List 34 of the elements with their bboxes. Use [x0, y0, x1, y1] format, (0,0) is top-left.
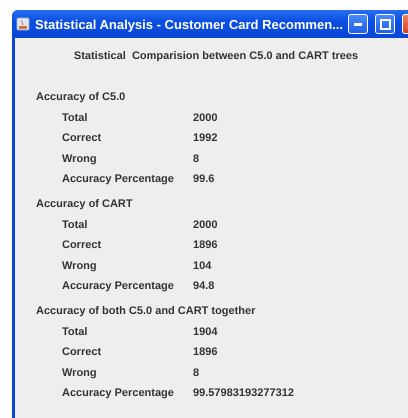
stat-label: Correct: [62, 238, 102, 254]
stat-label: Wrong: [62, 366, 98, 381]
stat-label: Total: [62, 218, 88, 233]
stat-label: Wrong: [62, 152, 98, 167]
stat-value: 1896: [193, 345, 218, 360]
stat-label: Total: [62, 110, 88, 126]
minimize-button[interactable]: [348, 14, 368, 34]
stat-value: 99.57983193277312: [193, 386, 295, 402]
stat-value: 2000: [193, 218, 218, 233]
stat-label: Accuracy Percentage: [62, 386, 175, 402]
stat-value: 2000: [193, 110, 218, 126]
window-title: Statistical Analysis - Customer Card Recommen...: [34, 16, 343, 32]
stat-value: 94.8: [193, 279, 216, 294]
stat-value: 8: [193, 366, 200, 381]
stat-label: Correct: [62, 131, 102, 146]
stat-value: 1904: [193, 324, 218, 340]
stat-label: Wrong: [62, 258, 98, 274]
maximize-button[interactable]: [375, 14, 395, 34]
stat-label: Correct: [62, 345, 102, 360]
app-icon: [16, 16, 30, 32]
stat-value: 8: [193, 152, 200, 167]
stat-label: Total: [62, 324, 88, 340]
section-title: Accuracy of both C5.0 and CART together: [36, 304, 256, 317]
stat-value: 104: [193, 258, 212, 274]
stat-label: Accuracy Percentage: [62, 279, 175, 294]
stat-label: Accuracy Percentage: [62, 172, 175, 188]
heading: Statistical Comparision between C5.0 and CART trees: [74, 50, 358, 62]
stat-value: 1992: [193, 131, 218, 146]
section-title: Accuracy of CART: [36, 198, 133, 210]
section-title: Accuracy of C5.0: [36, 91, 126, 103]
stat-value: 99.6: [193, 172, 216, 188]
stat-value: 1896: [193, 238, 218, 254]
maximize-icon: [380, 18, 390, 30]
minimize-icon: [354, 22, 362, 26]
